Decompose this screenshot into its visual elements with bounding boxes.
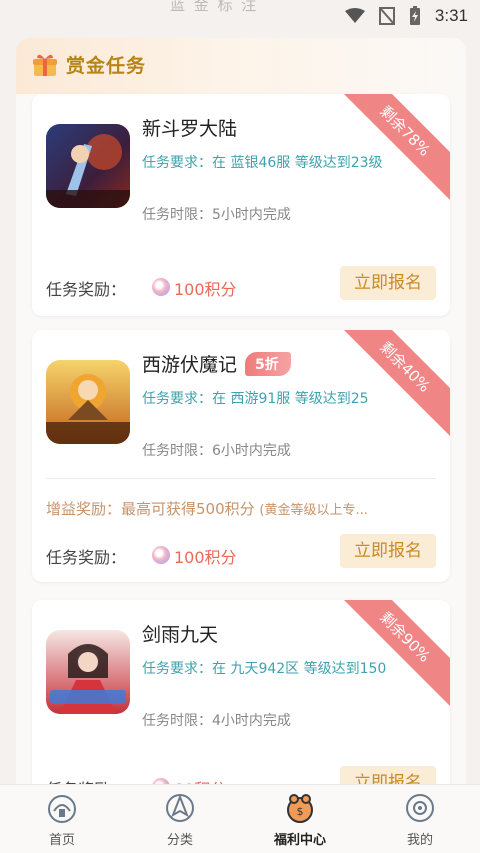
bonus-reward-text: 增益奖励：最高可获得500积分 xyxy=(46,500,255,518)
tab-profile[interactable]: 我的 xyxy=(380,791,460,848)
section-title: 赏金任务 xyxy=(66,55,147,77)
divider xyxy=(46,478,436,479)
task-card[interactable]: 剩余90% 剑雨九天 任务要求：在 九天942区 等级达到150 任务时限：4小… xyxy=(32,600,450,798)
task-time-limit: 任务时限：5小时内完成 xyxy=(142,207,291,223)
tab-home[interactable]: 首页 xyxy=(22,791,102,848)
remaining-ribbon: 剩余78% xyxy=(332,94,450,204)
game-icon[interactable] xyxy=(46,630,130,714)
bottom-tab-bar: 首页 分类 $ 福利中心 我的 xyxy=(0,784,480,853)
game-icon[interactable] xyxy=(46,360,130,444)
remaining-ribbon: 剩余90% xyxy=(332,600,450,710)
game-name-row: 西游伏魔记 5折 xyxy=(142,350,291,377)
wifi-icon xyxy=(344,8,365,23)
game-name-row: 剑雨九天 xyxy=(142,620,218,647)
battery-icon xyxy=(409,6,420,25)
profile-icon xyxy=(406,794,434,822)
status-bar: 蓝 金 标 注 3:31 xyxy=(0,0,480,32)
tab-label: 分类 xyxy=(166,833,193,848)
tab-category[interactable]: 分类 xyxy=(140,791,220,848)
bonus-reward-note: (黄金等级以上专... xyxy=(259,503,368,518)
game-icon[interactable] xyxy=(46,124,130,208)
tab-label: 我的 xyxy=(406,833,433,848)
signup-button[interactable]: 立即报名 xyxy=(340,266,436,300)
tab-label: 首页 xyxy=(48,833,75,848)
tab-label: 福利中心 xyxy=(273,833,326,848)
gift-icon xyxy=(33,54,57,76)
reward-points: 100积分 xyxy=(174,280,237,299)
task-requirement: 任务要求：在 九天942区 等级达到150 xyxy=(142,661,387,677)
points-coin-icon xyxy=(152,278,170,296)
reward-label: 任务奖励： xyxy=(46,280,127,299)
discount-badge: 5折 xyxy=(245,351,291,376)
home-icon xyxy=(48,795,76,823)
task-requirement: 任务要求：在 蓝银46服 等级达到23级 xyxy=(142,155,383,171)
task-requirement: 任务要求：在 西游91服 等级达到25 xyxy=(142,391,369,407)
section-header: 赏金任务 xyxy=(16,38,466,94)
task-card[interactable]: 剩余40% 西游伏魔记 5折 任务要求：在 西游91服 等级达到25 任务时限：… xyxy=(32,330,450,582)
bounty-panel: 赏金任务 剩余78% 新斗罗大陆 任务要求：在 蓝银46服 等级达到23级 任务… xyxy=(16,38,466,798)
task-time-limit: 任务时限：6小时内完成 xyxy=(142,443,291,459)
reward-points: 100积分 xyxy=(174,548,237,567)
status-icons: 3:31 xyxy=(344,6,468,26)
reward-label: 任务奖励： xyxy=(46,548,127,567)
category-icon xyxy=(166,794,194,822)
tab-welfare-center[interactable]: $ 福利中心 xyxy=(260,791,340,848)
game-name-row: 新斗罗大陆 xyxy=(142,114,237,141)
status-time: 3:31 xyxy=(434,6,468,25)
no-signal-icon xyxy=(378,7,395,25)
svg-text:$: $ xyxy=(297,805,304,818)
signup-button[interactable]: 立即报名 xyxy=(340,534,436,568)
status-cut-text: 蓝 金 标 注 xyxy=(170,0,259,14)
game-name: 西游伏魔记 xyxy=(142,354,238,376)
game-name: 剑雨九天 xyxy=(142,624,219,646)
task-time-limit: 任务时限：4小时内完成 xyxy=(142,713,291,729)
task-card[interactable]: 剩余78% 新斗罗大陆 任务要求：在 蓝银46服 等级达到23级 任务时限：5小… xyxy=(32,94,450,316)
game-name: 新斗罗大陆 xyxy=(142,118,238,140)
bonus-reward: 增益奖励：最高可获得500积分 (黄金等级以上专... xyxy=(46,498,438,519)
points-coin-icon xyxy=(152,546,170,564)
remaining-ribbon: 剩余40% xyxy=(332,330,450,440)
welfare-icon: $ xyxy=(287,794,313,823)
